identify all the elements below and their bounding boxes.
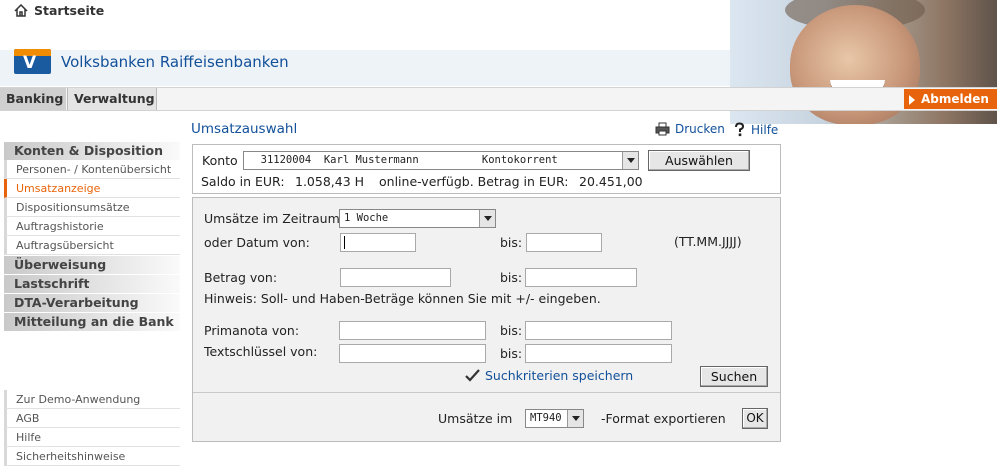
text-cursor <box>344 236 345 249</box>
search-button[interactable]: Suchen <box>700 366 768 387</box>
sidebar-group-konten[interactable]: Konten & Disposition <box>4 142 180 160</box>
sidebar-group-ueberweisung[interactable]: Überweisung <box>4 256 180 274</box>
bank-logo-letter: V <box>23 53 37 73</box>
available-label: online-verfügb. Betrag in EUR: <box>379 174 569 189</box>
export-label-suffix: -Format exportieren <box>601 411 726 426</box>
account-select-value: 31120004 Karl Mustermann Kontokorrent <box>248 154 558 166</box>
save-criteria-label: Suchkriterien speichern <box>485 368 634 383</box>
home-icon <box>14 4 28 17</box>
period-select[interactable]: 1 Woche <box>339 209 496 228</box>
date-to-input[interactable] <box>526 233 602 252</box>
amount-to-label: bis: <box>500 270 523 285</box>
sidebar-item-dispositionsumsaetze[interactable]: Dispositionsumsätze <box>4 198 180 217</box>
sidebar-group-dta[interactable]: DTA-Verarbeitung <box>4 294 180 312</box>
home-link[interactable]: Startseite <box>14 3 104 18</box>
print-label: Drucken <box>675 122 725 136</box>
help-label: Hilfe <box>751 122 779 137</box>
date-to-label: bis: <box>500 235 523 250</box>
printer-icon <box>655 122 670 136</box>
sidebar-footer-demo[interactable]: Zur Demo-Anwendung <box>4 390 180 409</box>
textkey-to-label: bis: <box>500 346 523 361</box>
primanota-from-input[interactable] <box>339 321 486 340</box>
textkey-label: Textschlüssel von: <box>204 344 318 359</box>
chevron-down-icon <box>479 210 495 227</box>
sidebar-group-mitteilung[interactable]: Mitteilung an die Bank <box>4 313 180 331</box>
textkey-from-input[interactable] <box>339 344 486 363</box>
date-from-label: oder Datum von: <box>204 235 310 250</box>
amount-from-input[interactable] <box>340 268 451 287</box>
tab-banking[interactable]: Banking <box>0 88 66 110</box>
amount-hint: Hinweis: Soll- und Haben-Beträge können … <box>204 291 601 306</box>
home-label: Startseite <box>34 3 105 18</box>
bank-logo: V <box>14 49 51 74</box>
primanota-to-input[interactable] <box>525 321 672 340</box>
date-from-input[interactable] <box>340 233 416 252</box>
period-select-value: 1 Woche <box>344 212 389 224</box>
chevron-down-icon <box>567 410 583 427</box>
top-nav: Banking Verwaltung <box>0 87 997 111</box>
export-label-prefix: Umsätze im <box>438 411 513 426</box>
arrow-right-icon <box>909 94 915 105</box>
chevron-down-icon <box>622 152 638 169</box>
balance-label: Saldo in EUR: <box>201 174 285 189</box>
help-icon <box>735 122 745 137</box>
sidebar-footer-hilfe[interactable]: Hilfe <box>4 428 180 447</box>
balance-value: 1.058,43 H <box>295 174 365 189</box>
sidebar-item-auftragshistorie[interactable]: Auftragshistorie <box>4 217 180 236</box>
account-select[interactable]: 31120004 Karl Mustermann Kontokorrent <box>243 151 639 170</box>
tab-verwaltung[interactable]: Verwaltung <box>67 88 157 110</box>
amount-from-label: Betrag von: <box>204 270 278 285</box>
checkmark-icon <box>465 369 480 382</box>
sidebar-footer-agb[interactable]: AGB <box>4 409 180 428</box>
logout-button[interactable]: Abmelden <box>904 89 997 109</box>
print-link[interactable]: Drucken <box>655 122 725 136</box>
textkey-to-input[interactable] <box>525 344 672 363</box>
primanota-label: Primanota von: <box>204 323 300 338</box>
sidebar-group-lastschrift[interactable]: Lastschrift <box>4 275 180 293</box>
export-format-value: MT940 <box>530 412 562 424</box>
sidebar-item-auftragsuebersicht[interactable]: Auftragsübersicht <box>4 236 180 255</box>
export-format-select[interactable]: MT940 <box>525 409 584 428</box>
date-format-hint: (TT.MM.JJJJ) <box>674 234 742 249</box>
help-link[interactable]: Hilfe <box>733 122 778 137</box>
bank-name: Volksbanken Raiffeisenbanken <box>61 53 289 71</box>
sidebar-item-umsatzanzeige[interactable]: Umsatzanzeige <box>4 179 180 198</box>
logout-label: Abmelden <box>921 92 989 106</box>
filter-divider <box>193 392 780 393</box>
sidebar-footer-sicherheit[interactable]: Sicherheitshinweise <box>4 447 180 466</box>
select-account-button[interactable]: Auswählen <box>648 150 750 171</box>
save-criteria-link[interactable]: Suchkriterien speichern <box>465 368 633 383</box>
primanota-to-label: bis: <box>500 323 523 338</box>
page-title: Umsatzauswahl <box>191 121 298 137</box>
amount-to-input[interactable] <box>525 268 637 287</box>
available-value: 20.451,00 <box>579 174 643 189</box>
account-label: Konto <box>202 153 238 168</box>
export-ok-button[interactable]: OK <box>742 408 768 429</box>
period-label: Umsätze im Zeitraum <box>204 211 340 226</box>
sidebar-item-kontenuebersicht[interactable]: Personen- / Kontenübersicht <box>4 160 180 179</box>
